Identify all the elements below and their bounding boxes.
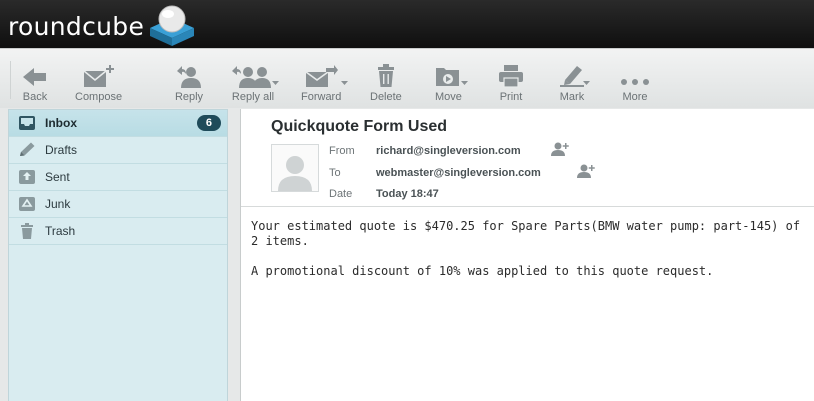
folder-junk[interactable]: Junk: [9, 191, 227, 218]
back-label: Back: [22, 91, 48, 103]
from-address[interactable]: richard@singleversion.com: [376, 145, 521, 157]
delete-label: Delete: [370, 91, 402, 103]
more-dots-icon: [621, 79, 649, 85]
trash-icon: [17, 222, 37, 240]
folder-trash[interactable]: Trash: [9, 218, 227, 245]
toolbar: Back Compose Reply Reply all Forward Del…: [0, 48, 814, 108]
to-address[interactable]: webmaster@singleversion.com: [376, 167, 541, 179]
reply-all-chevron-down-icon[interactable]: [272, 81, 279, 85]
folder-move-icon: [436, 68, 460, 86]
reply-label: Reply: [174, 91, 204, 103]
print-label: Print: [499, 91, 523, 103]
folder-name: Inbox: [45, 116, 77, 130]
add-contact-icon[interactable]: [551, 142, 569, 156]
move-button[interactable]: Move: [435, 63, 462, 103]
print-button[interactable]: Print: [498, 63, 524, 103]
message-header: Quickquote Form Used From richard@single…: [241, 109, 814, 207]
logo-icon: [150, 5, 195, 46]
contact-silhouette-icon: [278, 156, 312, 191]
avatar: [271, 144, 319, 192]
move-chevron-down-icon[interactable]: [461, 81, 468, 85]
back-button[interactable]: Back: [22, 63, 48, 103]
message-subject: Quickquote Form Used: [271, 118, 448, 135]
trash-icon: [377, 64, 394, 87]
compose-icon: [83, 65, 114, 87]
printer-icon: [499, 65, 523, 88]
sent-icon: [17, 168, 37, 186]
date-value: Today 18:47: [376, 188, 439, 200]
folder-name: Trash: [45, 224, 76, 238]
marker-pen-icon: [560, 66, 584, 87]
message-body: Your estimated quote is $470.25 for Spar…: [251, 219, 811, 294]
message-paragraph: Your estimated quote is $470.25 for Spar…: [251, 219, 801, 248]
compose-label: Compose: [75, 91, 123, 103]
mark-label: Mark: [559, 91, 585, 103]
unread-count-badge: 6: [196, 115, 221, 131]
forward-chevron-down-icon[interactable]: [341, 81, 348, 85]
app-header: roundcube: [0, 0, 814, 48]
reply-all-label: Reply all: [231, 91, 275, 103]
inbox-icon: [17, 114, 37, 132]
folder-name: Sent: [45, 170, 70, 184]
back-arrow-icon: [23, 68, 46, 86]
folder-sent[interactable]: Sent: [9, 164, 227, 191]
folder-drafts[interactable]: Drafts: [9, 137, 227, 164]
forward-label: Forward: [301, 91, 342, 103]
forward-button[interactable]: Forward: [301, 63, 341, 103]
mark-button[interactable]: Mark: [559, 63, 585, 103]
date-label: Date: [329, 188, 353, 200]
recycle-icon: [17, 195, 37, 213]
compose-button[interactable]: Compose: [75, 63, 122, 103]
move-label: Move: [435, 91, 462, 103]
more-button[interactable]: More: [620, 63, 650, 103]
forward-icon: [305, 65, 339, 87]
to-label: To: [329, 167, 341, 179]
reply-all-icon: [232, 66, 271, 88]
folder-name: Junk: [45, 197, 71, 211]
folder-name: Drafts: [45, 143, 78, 157]
message-pane: Quickquote Form Used From richard@single…: [240, 109, 814, 401]
folder-inbox[interactable]: Inbox 6: [9, 110, 227, 137]
reply-all-button[interactable]: Reply all: [231, 63, 275, 103]
from-label: From: [329, 145, 355, 157]
message-paragraph: A promotional discount of 10% was applie…: [251, 264, 714, 278]
roundcube-logo[interactable]: roundcube: [8, 5, 198, 46]
reply-button[interactable]: Reply: [174, 63, 204, 103]
logo-text: roundcube: [8, 11, 145, 41]
pencil-icon: [17, 141, 37, 159]
more-label: More: [622, 91, 648, 103]
folder-list: Inbox 6 Drafts Sent Junk Trash: [8, 109, 228, 401]
add-contact-icon[interactable]: [577, 164, 595, 178]
reply-icon: [177, 66, 201, 88]
delete-button[interactable]: Delete: [370, 63, 402, 103]
mark-chevron-down-icon[interactable]: [583, 81, 590, 85]
